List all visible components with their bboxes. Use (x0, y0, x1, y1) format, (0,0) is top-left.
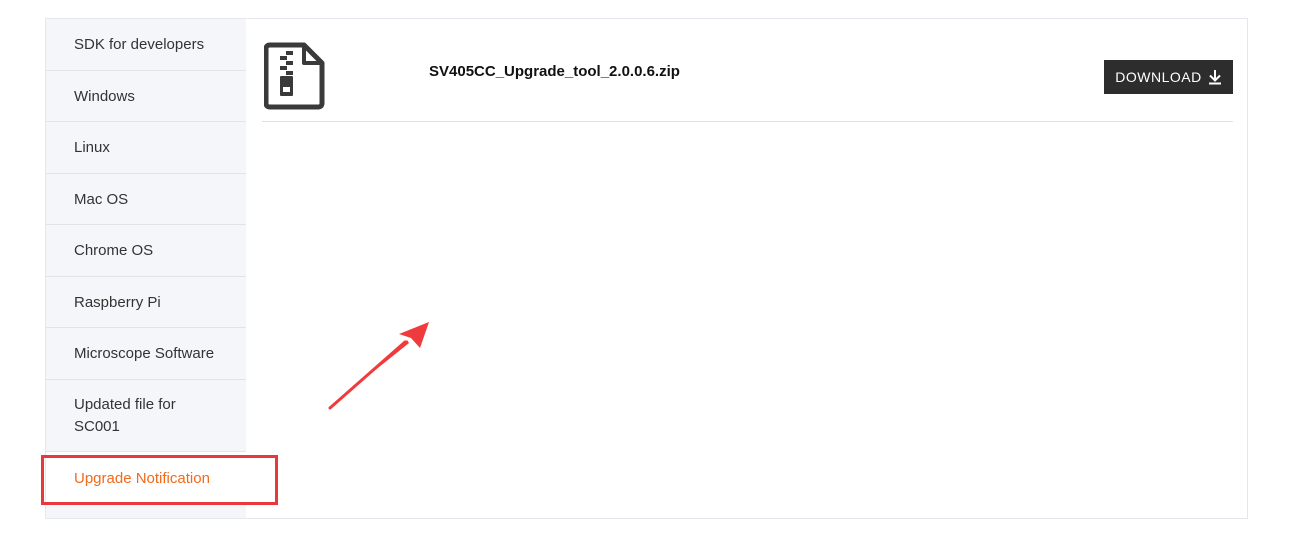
sidebar-item-label: Chrome OS (74, 242, 154, 259)
sidebar-item-label: Updated file for SC001 (74, 395, 176, 435)
sidebar-item-label: Microscope Software (74, 345, 215, 362)
file-name[interactable]: SV405CC_Upgrade_tool_2.0.0.6.zip (429, 63, 680, 80)
sidebar-item-windows[interactable]: Windows (46, 71, 246, 122)
sidebar-item-label: Mac OS (74, 190, 129, 208)
download-label: DOWNLOAD (1115, 69, 1202, 85)
sidebar-item-chrome-os[interactable]: Chrome OS (46, 225, 246, 277)
sidebar-item-mac-os[interactable]: Mac OS (46, 174, 246, 225)
sidebar-item-label: SDK for developers (74, 36, 205, 53)
sidebar-item-label: Linux (74, 139, 110, 156)
file-list: SV405CC_Upgrade_tool_2.0.0.6.zip DOWNLOA… (262, 19, 1233, 122)
sidebar-item-linux[interactable]: Linux (46, 122, 246, 174)
download-button[interactable]: DOWNLOAD (1104, 60, 1233, 94)
sidebar: SDK for developers Windows Linux Mac OS … (46, 19, 246, 518)
sidebar-item-sdk[interactable]: SDK for developers (46, 19, 246, 71)
sidebar-item-raspberry-pi[interactable]: Raspberry Pi (46, 277, 246, 328)
sidebar-item-label: Upgrade Notification (74, 469, 210, 487)
sidebar-item-upgrade-notification[interactable]: Upgrade Notification (46, 452, 246, 504)
downloads-panel: SDK for developers Windows Linux Mac OS … (45, 18, 1248, 519)
red-arrow-annotation-icon (328, 322, 429, 410)
sidebar-item-label: Raspberry Pi (74, 293, 161, 311)
zip-file-icon (264, 42, 325, 110)
file-row: SV405CC_Upgrade_tool_2.0.0.6.zip DOWNLOA… (262, 19, 1233, 122)
sidebar-item-label: Windows (74, 87, 135, 105)
download-arrow-icon (1208, 70, 1221, 85)
sidebar-item-microscope-software[interactable]: Microscope Software (46, 328, 246, 380)
sidebar-item-updated-file-sc001[interactable]: Updated file for SC001 (46, 380, 246, 452)
